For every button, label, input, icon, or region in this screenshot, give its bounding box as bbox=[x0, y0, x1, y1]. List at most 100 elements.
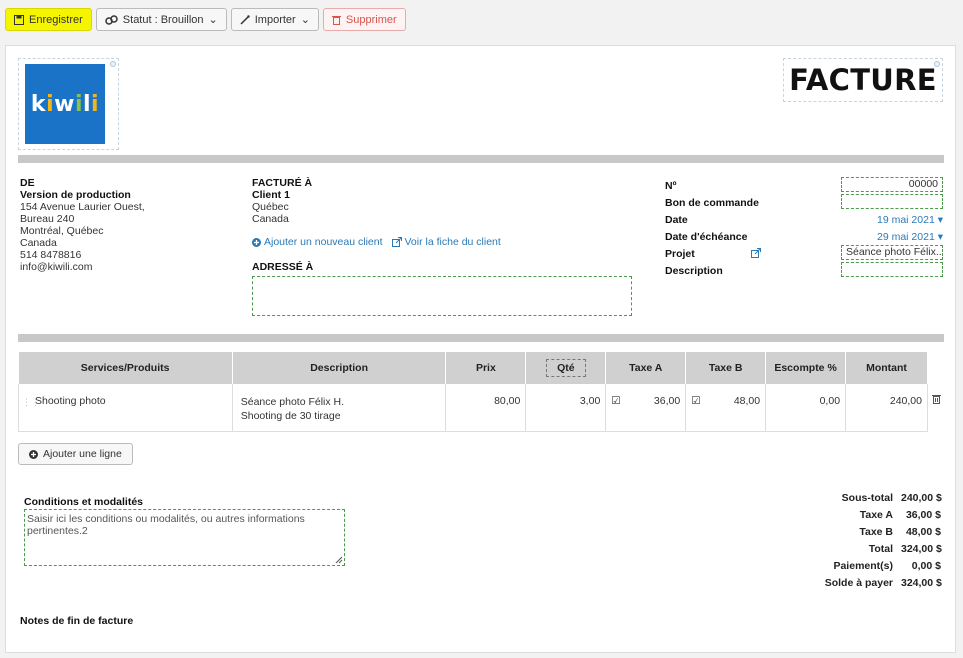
tax-a-cell[interactable]: ☑ 36,00 bbox=[605, 384, 687, 432]
add-line-label: Ajouter une ligne bbox=[43, 448, 122, 460]
description-label: Description bbox=[665, 264, 723, 277]
client-links: Ajouter un nouveau client Voir la fiche … bbox=[252, 236, 501, 248]
sender-line: 514 8478816 bbox=[20, 249, 82, 261]
invoice-document: kiwili FACTURE DE Version de production … bbox=[5, 45, 956, 653]
view-client-label: Voir la fiche du client bbox=[404, 236, 501, 248]
tax-a-value: 36,00 bbox=[653, 395, 681, 407]
checkbox-checked-icon[interactable]: ☑ bbox=[691, 395, 700, 407]
plus-circle-icon bbox=[252, 237, 261, 247]
add-line-button[interactable]: Ajouter une ligne bbox=[18, 443, 133, 465]
project-field[interactable]: Séance photo Félix... bbox=[841, 245, 943, 260]
trash-icon[interactable] bbox=[932, 394, 941, 404]
save-button[interactable]: Enregistrer bbox=[5, 8, 92, 31]
plus-circle-icon bbox=[29, 449, 38, 459]
add-client-link[interactable]: Ajouter un nouveau client bbox=[252, 236, 383, 248]
save-label: Enregistrer bbox=[29, 13, 83, 26]
date-row: Date 19 mai 2021 ▾ bbox=[665, 211, 943, 228]
tax-b-value: 48,00 bbox=[733, 395, 761, 407]
invoice-title: FACTURE bbox=[789, 63, 937, 97]
description-line: Séance photo Félix H. bbox=[240, 396, 345, 408]
number-field[interactable]: 00000 bbox=[841, 177, 943, 192]
total-label: Total bbox=[868, 543, 893, 555]
tax-b-label: Taxe B bbox=[859, 526, 893, 538]
delete-button[interactable]: Supprimer bbox=[322, 8, 406, 31]
column-header: Taxe A bbox=[605, 352, 687, 384]
conditions-label: Conditions et modalités bbox=[24, 496, 144, 508]
separator-bar bbox=[18, 155, 944, 163]
conditions-textarea[interactable]: Saisir ici les conditions ou modalités, … bbox=[24, 509, 345, 566]
payments-row: Paiement(s) 0,00 $ bbox=[786, 560, 941, 577]
client-line: Canada bbox=[252, 213, 289, 225]
column-header: Escompte % bbox=[765, 352, 847, 384]
po-field[interactable] bbox=[841, 194, 943, 209]
description-cell[interactable]: Séance photo Félix H. Shooting de 30 tir… bbox=[232, 384, 447, 432]
footer-notes-label: Notes de fin de facture bbox=[20, 615, 134, 627]
checkbox-checked-icon[interactable]: ☑ bbox=[611, 395, 620, 407]
trash-icon bbox=[331, 15, 341, 25]
price-cell[interactable]: 80,00 bbox=[445, 384, 527, 432]
subtotal-label: Sous-total bbox=[841, 492, 893, 504]
subtotal-row: Sous-total 240,00 $ bbox=[786, 492, 942, 509]
service-value: Shooting photo bbox=[35, 395, 106, 407]
sender-line: Bureau 240 bbox=[20, 213, 75, 225]
balance-label: Solde à payer bbox=[824, 577, 893, 589]
due-date-picker[interactable]: 29 mai 2021 ▾ bbox=[877, 231, 943, 243]
status-label: Statut : Brouillon bbox=[122, 13, 204, 26]
date-picker[interactable]: 19 mai 2021 ▾ bbox=[877, 214, 943, 226]
line-items-table: Services/Produits Description Prix Qté T… bbox=[18, 352, 928, 432]
project-row: Projet Séance photo Félix... bbox=[665, 245, 943, 262]
number-label: Nº bbox=[665, 179, 677, 192]
client-line: Québec bbox=[252, 201, 289, 213]
tax-b-cell[interactable]: ☑ 48,00 bbox=[685, 384, 767, 432]
qty-header-label[interactable]: Qté bbox=[546, 359, 586, 377]
balance-value: 324,00 $ bbox=[901, 577, 942, 589]
po-row: Bon de commande bbox=[665, 194, 943, 211]
status-icon bbox=[105, 14, 118, 25]
caret-down-icon: ▾ bbox=[937, 230, 943, 243]
external-link-icon[interactable] bbox=[751, 248, 761, 258]
import-label: Importer bbox=[254, 13, 296, 26]
invoice-meta: Nº 00000 Bon de commande Date 19 mai 202… bbox=[665, 177, 943, 279]
logo-upload-area[interactable]: kiwili bbox=[18, 58, 119, 150]
balance-row: Solde à payer 324,00 $ bbox=[786, 577, 942, 594]
billed-to-block: FACTURÉ À Client 1 Québec Canada bbox=[252, 177, 312, 225]
sender-line: Canada bbox=[20, 237, 57, 249]
number-row: Nº 00000 bbox=[665, 177, 943, 194]
due-date-row: Date d'échéance 29 mai 2021 ▾ bbox=[665, 228, 943, 245]
import-dropdown[interactable]: Importer ⌄ bbox=[230, 8, 319, 31]
client-name: Client 1 bbox=[252, 189, 290, 201]
due-date-value: 29 mai 2021 bbox=[877, 230, 935, 243]
company-logo: kiwili bbox=[25, 64, 105, 144]
status-dropdown[interactable]: Statut : Brouillon ⌄ bbox=[95, 8, 227, 31]
tax-b-total: 48,00 $ bbox=[905, 526, 941, 538]
due-date-label: Date d'échéance bbox=[665, 230, 748, 243]
save-icon bbox=[14, 14, 24, 25]
resize-handle-icon[interactable] bbox=[335, 556, 343, 564]
column-header: Taxe B bbox=[685, 352, 767, 384]
invoice-title-area[interactable]: FACTURE bbox=[783, 58, 943, 102]
sender-line: Montréal, Québec bbox=[20, 225, 104, 237]
description-line: Shooting de 30 tirage bbox=[240, 410, 341, 422]
column-header: Prix bbox=[445, 352, 527, 384]
payments-value: 0,00 $ bbox=[911, 560, 941, 572]
edit-handle-icon[interactable] bbox=[110, 61, 116, 67]
addressed-to-field[interactable] bbox=[252, 276, 632, 316]
external-link-icon bbox=[391, 237, 402, 247]
from-label: DE bbox=[20, 177, 35, 189]
date-value: 19 mai 2021 bbox=[877, 213, 935, 226]
description-row: Description bbox=[665, 262, 943, 279]
separator-bar bbox=[18, 334, 944, 342]
chevron-down-icon: ⌄ bbox=[300, 14, 310, 26]
column-header: Montant bbox=[845, 352, 928, 384]
qty-cell[interactable]: 3,00 bbox=[525, 384, 607, 432]
description-field[interactable] bbox=[841, 262, 943, 277]
billed-to-label: FACTURÉ À bbox=[252, 177, 313, 189]
tax-b-row: Taxe B 48,00 $ bbox=[786, 526, 941, 543]
service-cell[interactable]: ⋮⋮ Shooting photo bbox=[18, 384, 233, 432]
payments-label: Paiement(s) bbox=[833, 560, 893, 572]
drag-handle-icon[interactable]: ⋮⋮ bbox=[22, 397, 40, 408]
edit-handle-icon[interactable] bbox=[934, 61, 940, 67]
toolbar: Enregistrer Statut : Brouillon ⌄ Importe… bbox=[5, 8, 406, 31]
view-client-link[interactable]: Voir la fiche du client bbox=[391, 236, 501, 248]
discount-cell[interactable]: 0,00 bbox=[765, 384, 847, 432]
